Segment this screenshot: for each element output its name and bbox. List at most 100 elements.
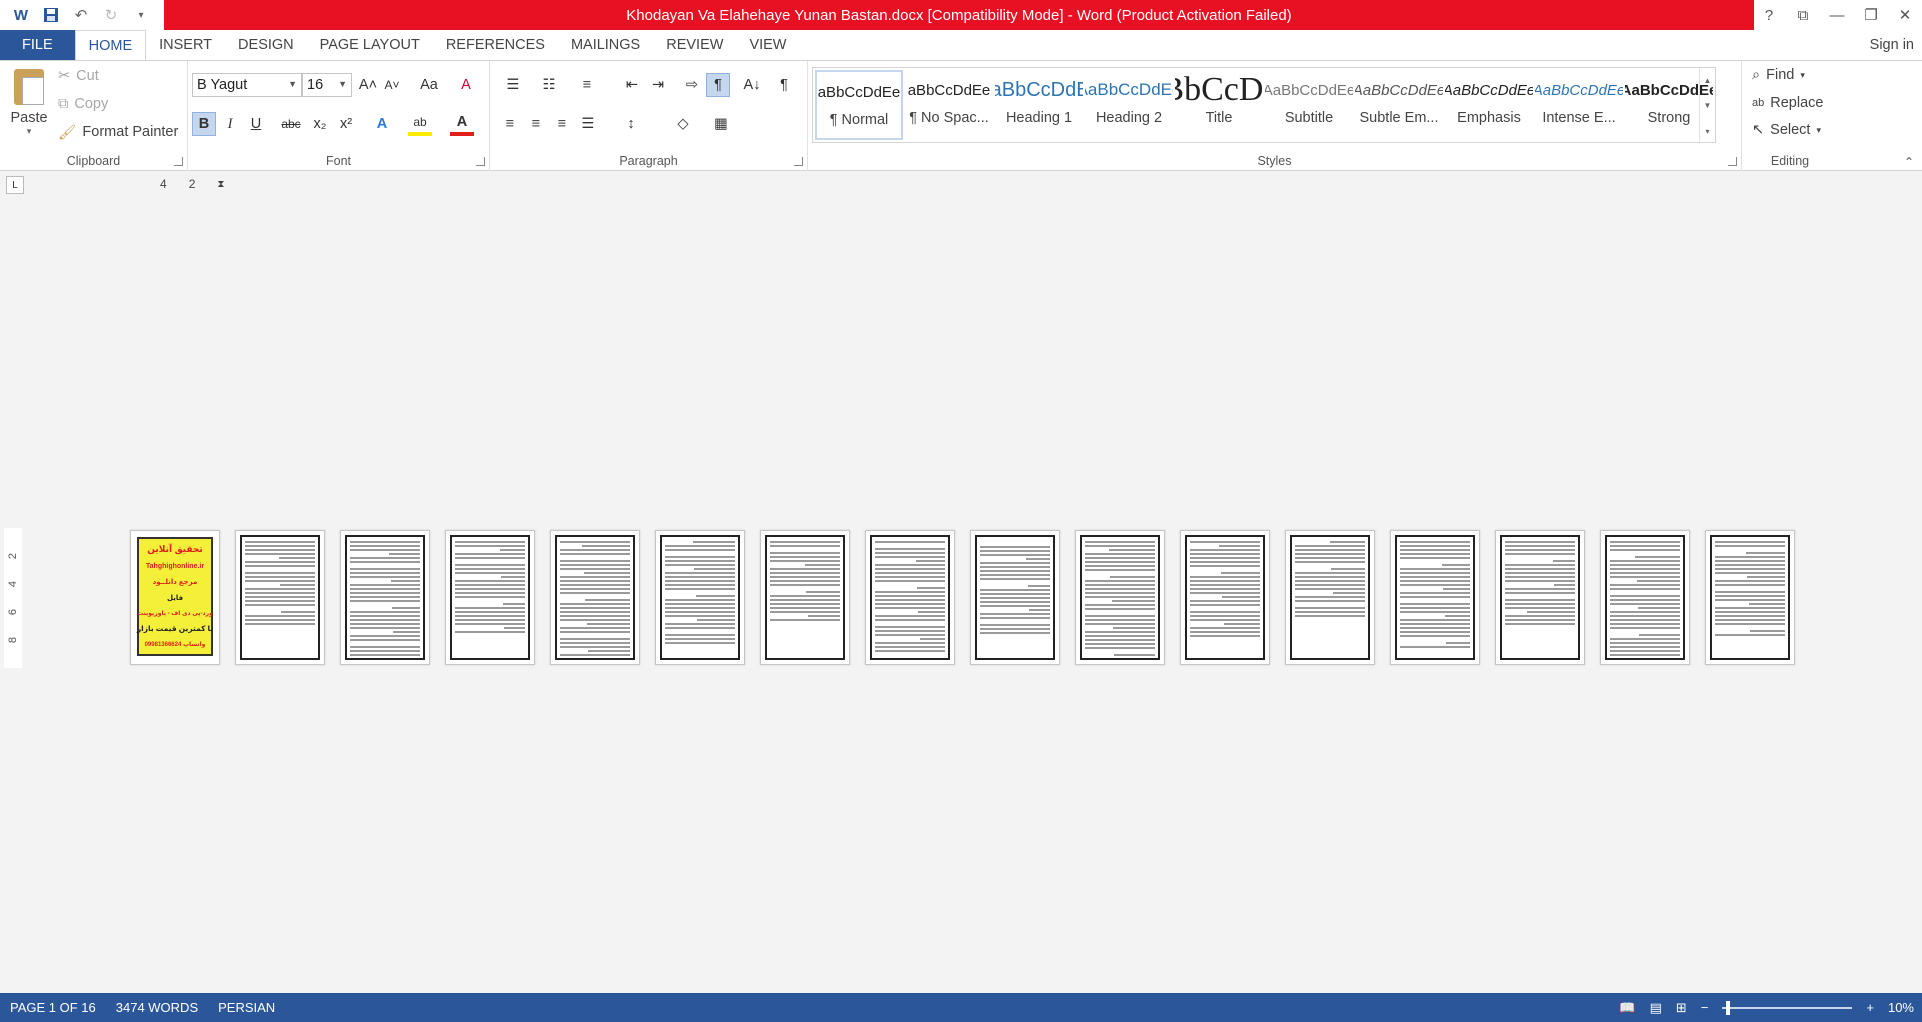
copy-button[interactable]: ⧉ Copy [58,93,108,115]
read-mode-icon[interactable]: 📖 [1619,1000,1635,1016]
document-page[interactable] [550,530,640,665]
zoom-in-button[interactable]: + [1866,1000,1874,1015]
document-page[interactable] [1495,530,1585,665]
align-left-icon[interactable]: ≡ [498,112,522,136]
word-count[interactable]: 3474 WORDS [106,1000,208,1015]
word-app-icon[interactable]: W [8,2,34,28]
style-heading-2[interactable]: AaBbCcDdEe Heading 2 [1085,70,1173,140]
underline-button[interactable]: U [244,112,268,136]
cut-button[interactable]: ✂ Cut [58,65,99,87]
styles-gallery-scroll[interactable]: ▲ ▼ ▾ [1699,68,1715,144]
borders-icon[interactable]: ▦ [706,112,736,136]
ltr-direction-icon[interactable]: ⇨ [680,73,704,97]
chevron-down-icon[interactable]: ▼ [288,79,297,89]
document-page[interactable] [235,530,325,665]
multilevel-list-icon[interactable]: ≡ [572,73,602,97]
change-case-button[interactable]: Aa [412,73,446,97]
more-styles-icon[interactable]: ▾ [1705,127,1709,136]
zoom-slider[interactable] [1722,1000,1853,1015]
chevron-down-icon[interactable]: ▾ [1800,70,1805,81]
style-subtle-emphasis[interactable]: AaBbCcDdEe Subtle Em... [1355,70,1443,140]
minimize-button[interactable]: — [1820,0,1854,30]
document-page[interactable] [655,530,745,665]
numbering-icon[interactable]: ☷ [534,73,564,97]
document-page[interactable] [1390,530,1480,665]
document-page[interactable]: تحقیق آنلاین Tahghighonline.ir مرجع دانل… [130,530,220,665]
paragraph-launcher-icon[interactable] [794,157,803,166]
rtl-direction-icon[interactable]: ¶ [706,73,730,97]
superscript-button[interactable]: x² [334,112,358,136]
chevron-down-icon[interactable]: ▼ [338,79,347,89]
style-intense-emphasis[interactable]: AaBbCcDdEe Intense E... [1535,70,1623,140]
undo-icon[interactable]: ↶ [68,2,94,28]
tab-design[interactable]: DESIGN [225,30,307,60]
sign-in-link[interactable]: Sign in [1870,30,1914,60]
save-icon[interactable] [38,2,64,28]
paste-button[interactable]: Paste ▾ [8,67,50,145]
subscript-button[interactable]: x₂ [308,112,332,136]
tab-view[interactable]: VIEW [736,30,799,60]
chevron-up-icon[interactable]: ▲ [1704,76,1712,85]
indent-marker-icon[interactable]: ⧗ [217,179,224,190]
bold-button[interactable]: B [192,112,216,136]
document-page[interactable] [1705,530,1795,665]
zoom-out-button[interactable]: − [1701,1000,1709,1015]
show-hide-formatting-button[interactable]: ¶ [772,73,796,97]
document-page[interactable] [1180,530,1270,665]
chevron-down-icon[interactable]: ▾ [8,126,50,137]
print-layout-icon[interactable]: ▤ [1650,1000,1662,1016]
web-layout-icon[interactable]: ⊞ [1676,1000,1687,1016]
help-icon[interactable]: ? [1752,0,1786,30]
font-size-combo[interactable]: 16 ▼ [302,73,352,97]
document-page[interactable] [1285,530,1375,665]
ruler-scale[interactable]: 4 2 ⧗ [130,174,226,194]
document-page[interactable] [340,530,430,665]
increase-indent-icon[interactable]: ⇥ [646,73,670,97]
replace-button[interactable]: ab Replace [1752,91,1823,115]
style-title[interactable]: AaBbCcDdEe Title [1175,70,1263,140]
tab-review[interactable]: REVIEW [653,30,736,60]
style-subtitle[interactable]: AaBbCcDdEe Subtitle [1265,70,1353,140]
language-indicator[interactable]: PERSIAN [208,1000,285,1015]
redo-icon[interactable]: ↻ [98,2,124,28]
clear-formatting-button[interactable]: A [454,73,478,97]
tab-selector[interactable]: L [6,176,24,194]
zoom-level[interactable]: 10% [1888,1000,1914,1015]
align-right-icon[interactable]: ≡ [550,112,574,136]
chevron-down-icon[interactable]: ▾ [1816,125,1821,136]
italic-button[interactable]: I [218,112,242,136]
tab-references[interactable]: REFERENCES [433,30,558,60]
document-page[interactable] [865,530,955,665]
justify-icon[interactable]: ☰ [576,112,600,136]
ribbon-display-options-icon[interactable]: ⧉ [1786,0,1820,30]
close-button[interactable]: ✕ [1888,0,1922,30]
tab-insert[interactable]: INSERT [146,30,225,60]
format-painter-button[interactable]: 🖌 Format Painter [58,121,178,143]
style-normal[interactable]: aBbCcDdEe ¶ Normal [815,70,903,140]
font-launcher-icon[interactable] [476,157,485,166]
styles-launcher-icon[interactable] [1728,157,1737,166]
select-button[interactable]: ↖ Select ▾ [1752,118,1821,142]
clipboard-launcher-icon[interactable] [174,157,183,166]
line-spacing-icon[interactable]: ↕ [616,112,646,136]
strikethrough-button[interactable]: abc [276,112,306,136]
grow-font-button[interactable]: A˄ [356,73,380,97]
document-page[interactable] [445,530,535,665]
align-center-icon[interactable]: ≡ [524,112,548,136]
font-name-combo[interactable]: B Yagut ▼ [192,73,302,97]
chevron-down-icon[interactable]: ▼ [1704,101,1712,110]
page-count[interactable]: PAGE 1 OF 16 [0,1000,106,1015]
style-no-spacing[interactable]: aBbCcDdEe ¶ No Spac... [905,70,993,140]
find-button[interactable]: ⌕ Find ▾ [1752,63,1805,87]
decrease-indent-icon[interactable]: ⇤ [620,73,644,97]
style-emphasis[interactable]: AaBbCcDdEe Emphasis [1445,70,1533,140]
document-page[interactable] [1600,530,1690,665]
customize-qat-icon[interactable]: ▾ [128,2,154,28]
text-effects-button[interactable]: A [370,112,394,136]
style-heading-1[interactable]: AaBbCcDdEe Heading 1 [995,70,1083,140]
document-page[interactable] [1075,530,1165,665]
bullets-icon[interactable]: ☰ [498,73,528,97]
tab-file[interactable]: FILE [0,30,75,60]
document-page[interactable] [760,530,850,665]
shading-icon[interactable]: ◇ [668,112,698,136]
